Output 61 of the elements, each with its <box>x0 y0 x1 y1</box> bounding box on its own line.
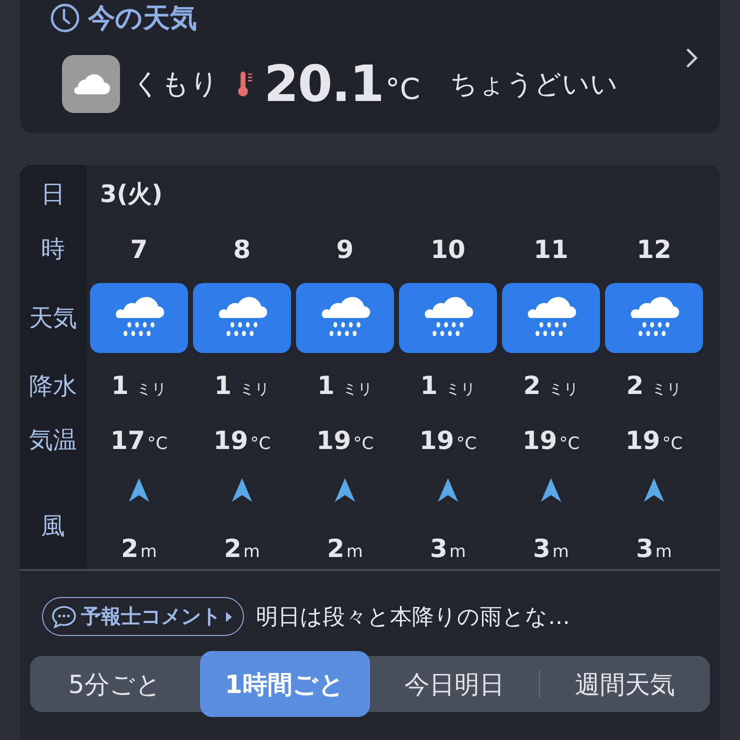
rain-cloud-icon <box>605 282 703 352</box>
wind-arrow-icon <box>540 476 562 504</box>
comment-text: 明日は段々と本降りの雨とな… <box>256 604 570 632</box>
row-label: 天気 <box>29 302 77 334</box>
precipitation-text: 2 ミリ <box>523 371 579 400</box>
hour-text: 11 <box>534 234 568 264</box>
rain-cloud-icon <box>90 282 188 352</box>
row-label: 気温 <box>29 425 77 456</box>
section-title: 今の天気 <box>88 2 197 36</box>
row-label: 風 <box>41 510 65 542</box>
hour-text: 10 <box>430 234 466 264</box>
thermometer-icon <box>237 70 254 98</box>
wind-arrow-icon <box>643 476 665 504</box>
wind-speed-text: 3 m <box>533 534 569 563</box>
hour-text: 7 <box>130 234 148 264</box>
temperature-text: 19°C <box>316 426 374 454</box>
precipitation-text: 1 ミリ <box>317 371 373 400</box>
temperature-text: 19°C <box>213 426 271 454</box>
button-label: 予報士コメント <box>81 603 221 630</box>
chevron-right-icon <box>686 48 698 68</box>
rain-cloud-icon <box>193 282 291 352</box>
wind-speed-text: 3 m <box>636 534 672 563</box>
speech-bubble-icon <box>51 604 77 628</box>
tab[interactable]: 週間天気 <box>540 656 710 712</box>
wind-arrow-icon <box>334 476 356 504</box>
wind-arrow-icon <box>437 476 459 504</box>
hour-text: 8 <box>233 234 251 264</box>
unit-text: °C <box>385 72 420 106</box>
forecaster-comment-button[interactable]: 予報士コメント <box>42 597 244 636</box>
date-text: 3(火) <box>100 178 163 210</box>
triangle-right-icon <box>225 610 233 622</box>
temperature-text: 19°C <box>419 426 477 454</box>
temperature-text: 17°C <box>110 426 168 454</box>
row-label: 日 <box>41 178 65 210</box>
cloud-icon <box>62 55 120 113</box>
tab[interactable]: 今日明日 <box>370 656 540 712</box>
tab[interactable]: 5分ごと <box>30 656 200 712</box>
precipitation-text: 2 ミリ <box>626 371 682 400</box>
precipitation-text: 1 ミリ <box>111 371 167 400</box>
precipitation-text: 1 ミリ <box>420 371 476 400</box>
precipitation-text: 1 ミリ <box>214 371 270 400</box>
row-label: 時 <box>41 234 65 265</box>
hour-text: 12 <box>636 234 672 264</box>
temperature-text: 19°C <box>522 426 580 454</box>
wind-speed-text: 2 m <box>224 534 260 563</box>
hour-text: 9 <box>336 234 354 264</box>
temperature-text: 20.1 <box>264 55 384 113</box>
feel-text: ちょうどいい <box>450 68 618 102</box>
wind-speed-text: 2 m <box>121 534 157 563</box>
wind-arrow-icon <box>128 476 150 504</box>
wind-speed-text: 2 m <box>327 534 363 563</box>
row-label: 降水 <box>29 370 77 402</box>
rain-cloud-icon <box>399 282 497 352</box>
rain-cloud-icon <box>502 282 600 352</box>
condition-text: くもり <box>132 66 219 102</box>
temperature-text: 19°C <box>625 426 683 454</box>
clock-icon <box>50 3 80 33</box>
wind-arrow-icon <box>231 476 253 504</box>
rain-cloud-icon <box>296 282 394 352</box>
current-weather-card[interactable]: 今の天気 くもり 20.1°C ちょうどいい <box>20 0 720 133</box>
wind-speed-text: 3 m <box>430 534 466 563</box>
